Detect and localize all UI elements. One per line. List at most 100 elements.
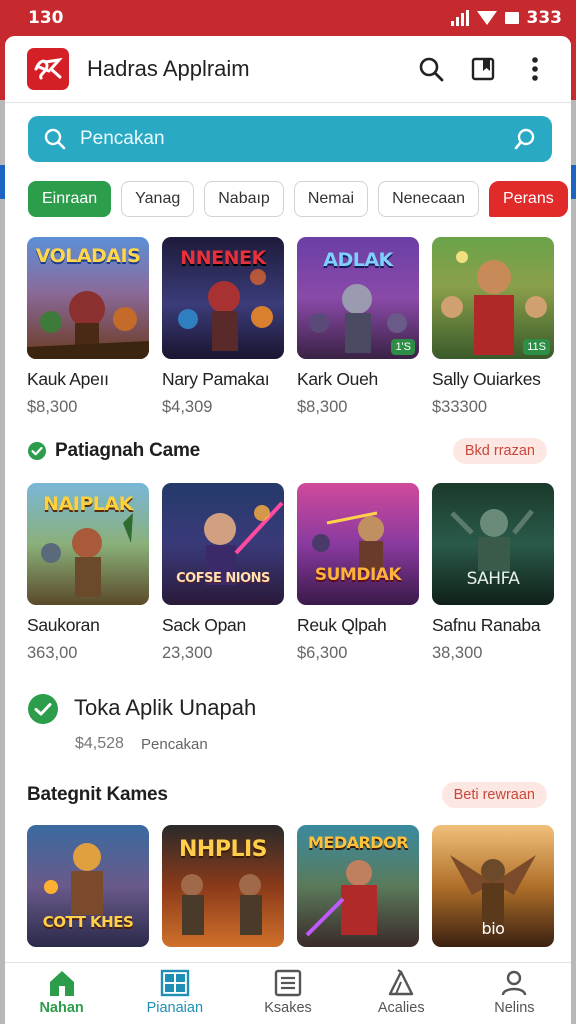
list-icon xyxy=(274,969,302,997)
game-card[interactable]: ADLAK 1'S Kark Oueh $8,300 xyxy=(297,237,419,417)
game-card[interactable]: SUMDIAK Reuk Qlpah $6,300 xyxy=(297,483,419,663)
game-price: $6,300 xyxy=(297,644,348,662)
game-art-title: COTT KHES xyxy=(42,913,134,931)
game-name: Safnu Ranaba xyxy=(432,615,541,635)
signal-icon xyxy=(450,10,469,26)
app-logo xyxy=(27,48,69,90)
game-art-title: SUMDIAK xyxy=(314,565,402,585)
wifi-icon xyxy=(476,11,497,25)
game-price: 38,300 xyxy=(432,644,483,662)
game-name: Sally Ouiarkes xyxy=(432,369,541,389)
game-row-3: COTT KHES NHPLIS MEDARDOR bio xyxy=(27,825,567,947)
section-header-bategnit: Bategnit Kames Beti rewraan xyxy=(27,782,547,808)
game-thumbnail: SUMDIAK xyxy=(297,483,419,605)
game-art-title: SAHFA xyxy=(466,569,520,589)
game-card[interactable]: MEDARDOR xyxy=(297,825,419,947)
game-thumbnail: 11S xyxy=(432,237,554,359)
app-title: Hadras Applraim xyxy=(87,56,250,81)
game-price: $33300 xyxy=(432,398,488,416)
chip-perans[interactable]: Perans xyxy=(489,181,568,217)
nav-ksakes[interactable]: Ksakes xyxy=(231,963,344,1024)
game-price: $8,300 xyxy=(27,398,78,416)
profile-icon xyxy=(502,970,527,996)
game-thumbnail: bio xyxy=(432,825,554,947)
game-thumbnail: VOLADAIS xyxy=(27,237,149,359)
nav-label: Nahan xyxy=(39,1000,84,1016)
game-card[interactable]: NNENEK Nary Pamakaı $4,309 xyxy=(162,237,284,417)
game-card[interactable]: VOLADAIS Kauk Apeıı $8,300 xyxy=(27,237,149,417)
game-art-title: NHPLIS xyxy=(179,837,268,862)
game-card[interactable]: SAHFA Safnu Ranaba 38,300 xyxy=(432,483,554,663)
game-thumbnail: SAHFA xyxy=(432,483,554,605)
section-title: Bategnit Kames xyxy=(27,784,168,805)
game-card[interactable]: bio xyxy=(432,825,554,947)
game-name: Sack Opan xyxy=(162,615,246,635)
more-vert-icon[interactable] xyxy=(513,47,557,91)
game-name: Saukoran xyxy=(27,615,100,635)
game-card[interactable]: COFSE NIONS Sack Opan 23,300 xyxy=(162,483,284,663)
game-thumbnail: COFSE NIONS xyxy=(162,483,284,605)
category-chips: Einraan Yanag Nabaıp Nemai Nenecaan Pera… xyxy=(28,181,568,219)
home-icon xyxy=(49,971,74,996)
app-bar: Hadras Applraim xyxy=(5,36,571,102)
game-art-title: NAIPLAK xyxy=(43,493,133,515)
featured-app-item[interactable]: Toka Aplik Unapah $4,528 Pencakan xyxy=(27,691,547,761)
status-icons: 333 xyxy=(450,8,563,28)
game-card[interactable]: COTT KHES xyxy=(27,825,149,947)
game-name: Kauk Apeıı xyxy=(27,369,109,389)
status-time: 130 xyxy=(28,8,64,28)
game-art-title: VOLADAIS xyxy=(35,245,141,267)
section-see-more-button[interactable]: Beti rewraan xyxy=(441,782,547,808)
game-thumbnail: ADLAK 1'S xyxy=(297,237,419,359)
search-icon[interactable] xyxy=(409,47,453,91)
search-submit-icon[interactable] xyxy=(514,128,536,150)
game-row-2: NAIPLAK Saukoran 363,00 COFSE NIONS Sack… xyxy=(27,483,567,663)
nav-pianaian[interactable]: Pianaian xyxy=(118,963,231,1024)
bottom-navigation: Nahan Pianaian Ksakes Acalies Nelins xyxy=(5,962,571,1024)
game-art-title: bio xyxy=(481,919,505,938)
featured-app-price: $4,528 xyxy=(75,735,124,752)
section-see-more-button[interactable]: Bkd rrazan xyxy=(452,438,547,464)
chip-nemai[interactable]: Nemai xyxy=(293,181,369,217)
bookmark-book-icon[interactable] xyxy=(461,47,505,91)
search-icon xyxy=(44,128,66,150)
nav-label: Nelins xyxy=(494,1000,535,1016)
chip-yanag[interactable]: Yanag xyxy=(121,181,195,217)
game-price: $8,300 xyxy=(297,398,348,416)
game-card[interactable]: 11S Sally Ouiarkes $33300 xyxy=(432,237,554,417)
game-card[interactable]: NAIPLAK Saukoran 363,00 xyxy=(27,483,149,663)
chip-nabaip[interactable]: Nabaıp xyxy=(204,181,284,217)
game-thumbnail: COTT KHES xyxy=(27,825,149,947)
game-thumbnail: NNENEK xyxy=(162,237,284,359)
nav-nelins[interactable]: Nelins xyxy=(458,963,571,1024)
featured-app-title: Toka Aplik Unapah xyxy=(74,695,257,720)
game-name: Nary Pamakaı xyxy=(162,369,270,389)
tent-icon xyxy=(389,969,414,996)
nav-nahan[interactable]: Nahan xyxy=(5,963,118,1024)
nav-acalies[interactable]: Acalies xyxy=(345,963,458,1024)
game-thumbnail: NHPLIS xyxy=(162,825,284,947)
game-badge: 11S xyxy=(523,339,550,355)
game-row-1: VOLADAIS Kauk Apeıı $8,300 NNENEK Nary P… xyxy=(27,237,567,417)
game-name: Kark Oueh xyxy=(297,369,378,389)
game-card[interactable]: NHPLIS xyxy=(162,825,284,947)
game-badge: 1'S xyxy=(391,339,415,355)
game-price: 23,300 xyxy=(162,644,213,662)
check-circle-icon xyxy=(28,442,46,460)
app-window: Hadras Applraim Pencakan Einraan Yanag N… xyxy=(5,36,571,1024)
game-art-title: COFSE NIONS xyxy=(176,571,270,586)
game-name: Reuk Qlpah xyxy=(297,615,387,635)
chip-einraan[interactable]: Einraan xyxy=(28,181,112,217)
chip-nenecaan[interactable]: Nenecaan xyxy=(378,181,480,217)
game-price: $4,309 xyxy=(162,398,213,416)
section-header-patiagnah: Patiagnah Came Bkd rrazan xyxy=(27,438,547,464)
search-input[interactable]: Pencakan xyxy=(80,128,514,150)
game-art-title: ADLAK xyxy=(323,249,393,271)
battery-icon xyxy=(504,12,519,24)
game-price: 363,00 xyxy=(27,644,78,662)
battery-level: 333 xyxy=(526,8,563,28)
game-thumbnail: MEDARDOR xyxy=(297,825,419,947)
game-art-title: MEDARDOR xyxy=(307,833,409,852)
search-bar[interactable]: Pencakan xyxy=(28,116,552,162)
grid-icon xyxy=(160,969,189,997)
